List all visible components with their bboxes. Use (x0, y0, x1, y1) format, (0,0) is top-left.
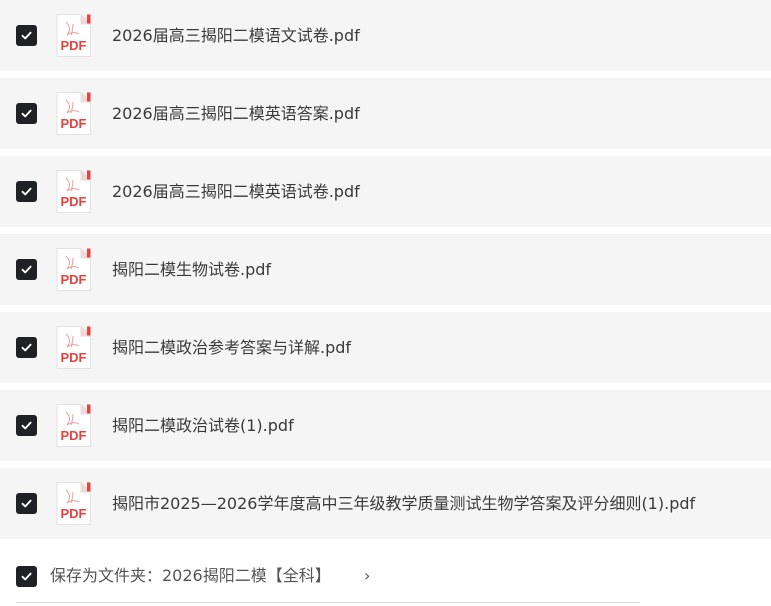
checkmark-icon (21, 343, 32, 352)
file-name: 揭阳二模生物试卷.pdf (112, 260, 272, 279)
file-checkbox[interactable] (16, 337, 37, 358)
pdf-icon-label: PDF (61, 38, 87, 53)
file-name: 揭阳二模政治参考答案与详解.pdf (112, 338, 352, 357)
file-name: 2026届高三揭阳二模英语试卷.pdf (112, 182, 360, 201)
file-checkbox[interactable] (16, 25, 37, 46)
chevron-right-icon[interactable]: › (364, 546, 370, 606)
pdf-icon-label: PDF (61, 428, 87, 443)
checkmark-icon (21, 187, 32, 196)
checkmark-icon (21, 109, 32, 118)
pdf-icon-label: PDF (61, 350, 87, 365)
pdf-icon-label: PDF (61, 506, 87, 521)
pdf-file-icon: PDF (54, 247, 92, 292)
checkmark-icon (21, 499, 32, 508)
checkmark-icon (21, 572, 32, 581)
checkmark-icon (21, 31, 32, 40)
checkmark-icon (21, 265, 32, 274)
pdf-file-icon: PDF (54, 91, 92, 136)
bottom-divider (16, 602, 640, 603)
file-row[interactable]: PDF 揭阳二模政治参考答案与详解.pdf (0, 312, 771, 383)
pdf-icon-label: PDF (61, 272, 87, 287)
file-row[interactable]: PDF 2026届高三揭阳二模英语答案.pdf (0, 78, 771, 149)
file-row[interactable]: PDF 2026届高三揭阳二模语文试卷.pdf (0, 0, 771, 71)
file-checkbox[interactable] (16, 415, 37, 436)
file-row[interactable]: PDF 揭阳二模政治试卷(1).pdf (0, 390, 771, 461)
pdf-file-icon: PDF (54, 325, 92, 370)
file-row[interactable]: PDF 揭阳二模生物试卷.pdf (0, 234, 771, 305)
file-checkbox[interactable] (16, 259, 37, 280)
file-row[interactable]: PDF 2026届高三揭阳二模英语试卷.pdf (0, 156, 771, 227)
pdf-file-icon: PDF (54, 481, 92, 526)
save-as-folder-label: 保存为文件夹：2026揭阳二模【全科】 (50, 566, 331, 585)
pdf-file-icon: PDF (54, 169, 92, 214)
file-name: 揭阳市2025—2026学年度高中三年级教学质量测试生物学答案及评分细则(1).… (112, 494, 696, 513)
save-as-folder-row[interactable]: 保存为文件夹：2026揭阳二模【全科】 › (0, 546, 771, 606)
pdf-icon-label: PDF (61, 116, 87, 131)
pdf-icon-label: PDF (61, 194, 87, 209)
checkmark-icon (21, 421, 32, 430)
pdf-file-icon: PDF (54, 13, 92, 58)
file-name: 2026届高三揭阳二模语文试卷.pdf (112, 26, 360, 45)
file-row[interactable]: PDF 揭阳市2025—2026学年度高中三年级教学质量测试生物学答案及评分细则(… (0, 468, 771, 539)
save-as-folder-checkbox[interactable] (16, 566, 37, 587)
file-selection-panel: PDF 2026届高三揭阳二模语文试卷.pdf PDF 2026届高三揭阳二模英语答案… (0, 0, 771, 606)
file-checkbox[interactable] (16, 493, 37, 514)
file-checkbox[interactable] (16, 103, 37, 124)
file-name: 2026届高三揭阳二模英语答案.pdf (112, 104, 360, 123)
pdf-file-icon: PDF (54, 403, 92, 448)
file-checkbox[interactable] (16, 181, 37, 202)
file-name: 揭阳二模政治试卷(1).pdf (112, 416, 294, 435)
